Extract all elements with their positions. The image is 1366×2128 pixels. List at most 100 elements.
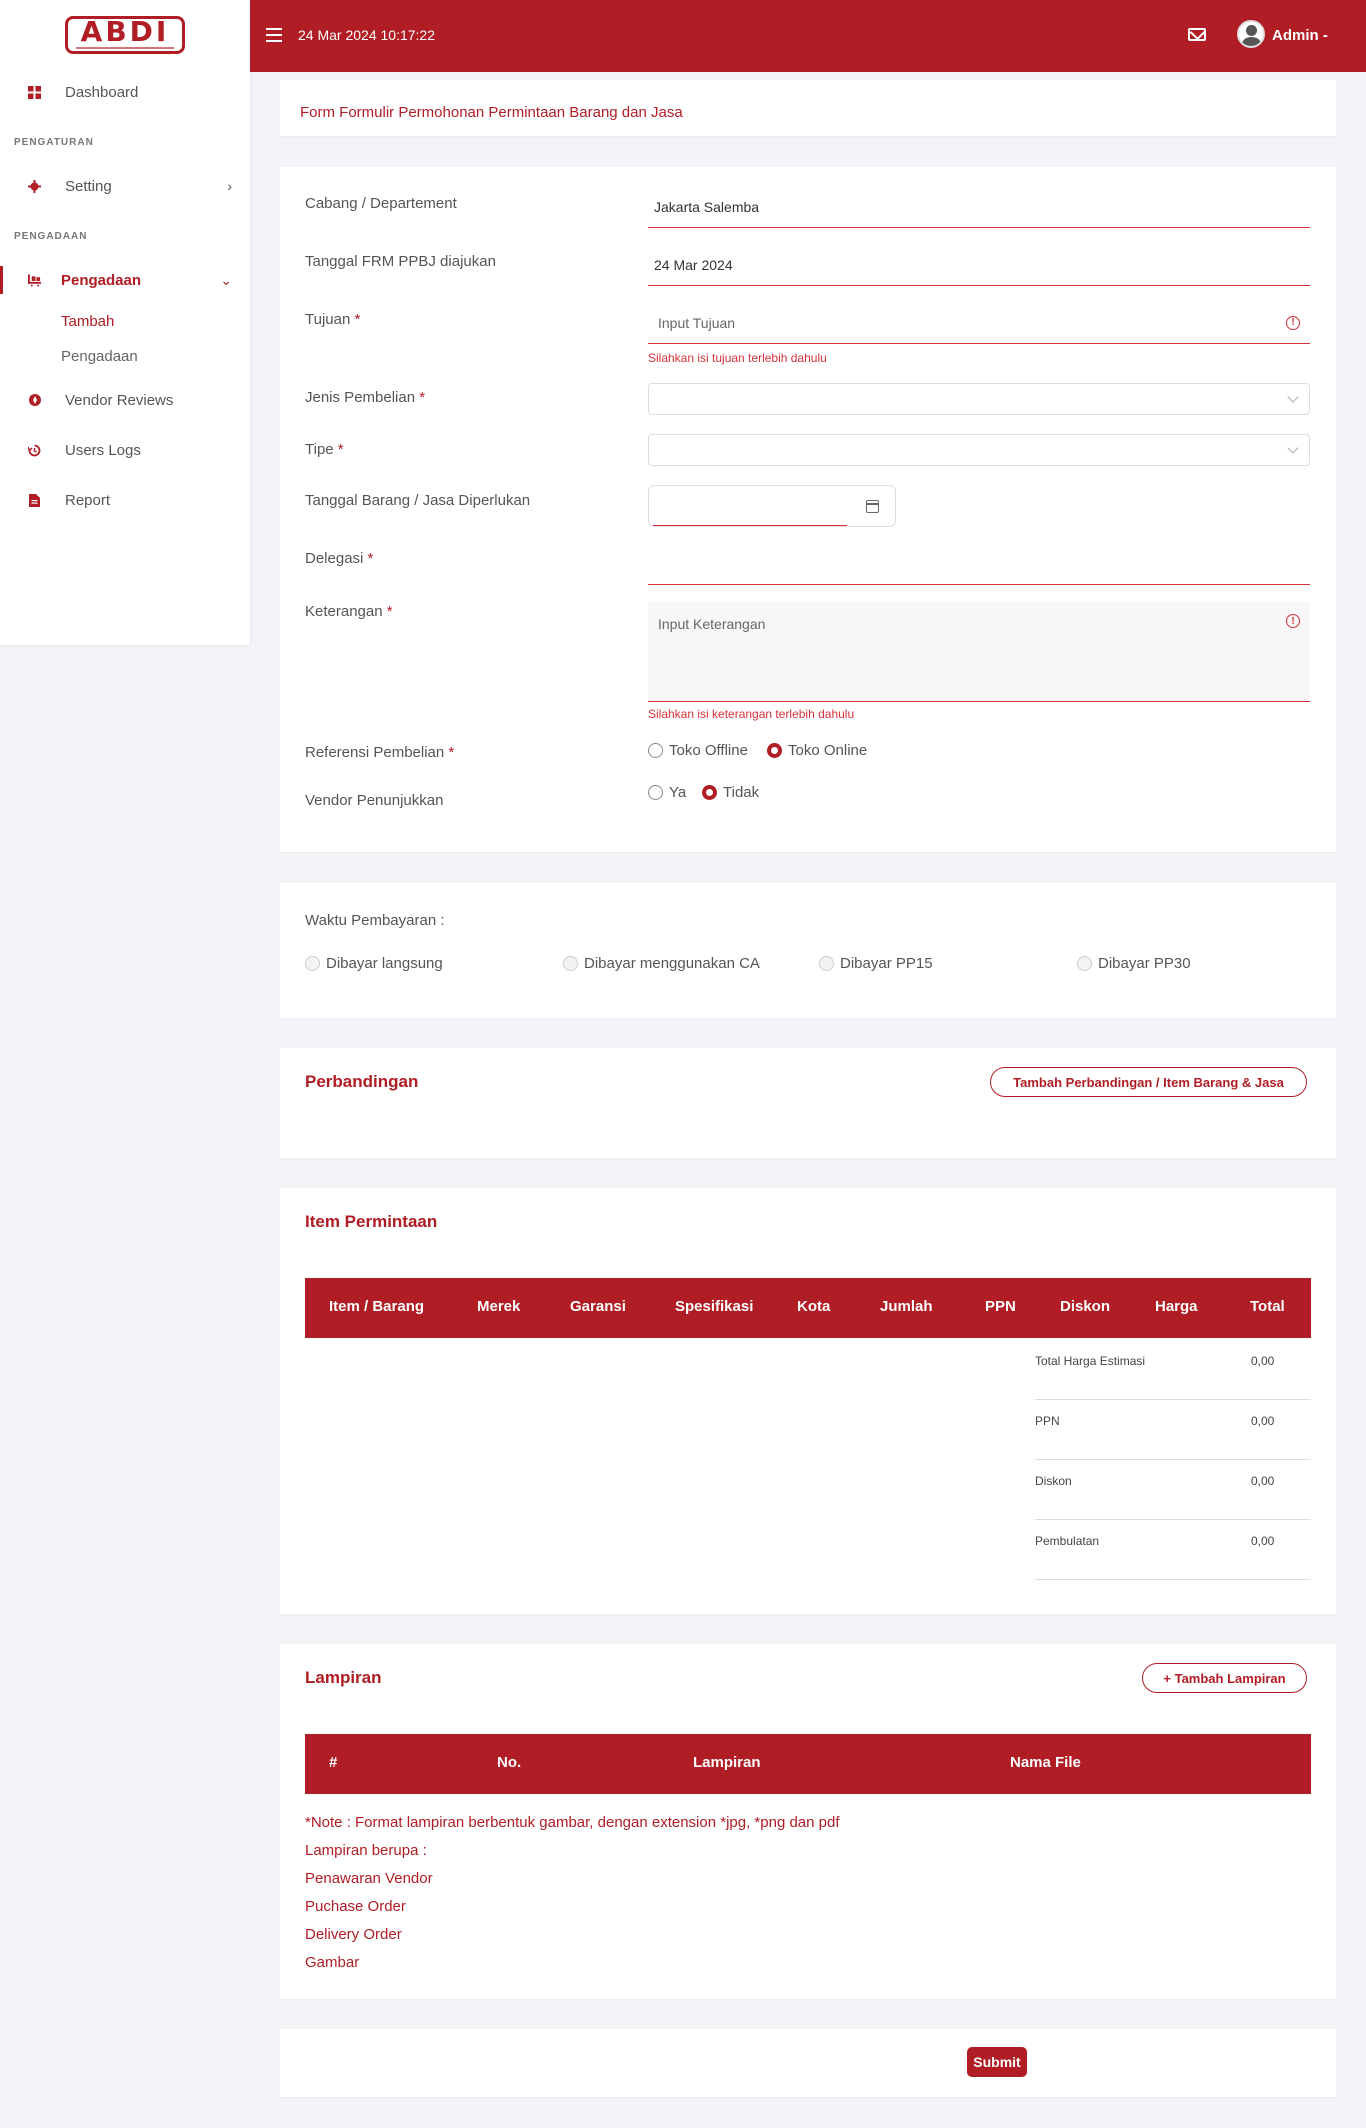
col-hash: # xyxy=(329,1754,338,1771)
keterangan-error: Silahkan isi keterangan terlebih dahulu xyxy=(648,707,855,721)
sidebar-item-setting[interactable]: Setting › xyxy=(0,168,250,204)
sidebar-item-report[interactable]: Report xyxy=(0,482,250,518)
history-icon xyxy=(28,444,41,457)
abdi-logo[interactable]: ABDI xyxy=(65,16,185,54)
cabang-label: Cabang / Departement xyxy=(305,195,457,212)
form-card: Cabang / Departement Jakarta Salemba Tan… xyxy=(280,167,1336,852)
calendar-icon[interactable] xyxy=(866,500,879,513)
summary-total-harga: Total Harga Estimasi 0,00 xyxy=(1035,1340,1311,1400)
tambah-lampiran-button[interactable]: + Tambah Lampiran xyxy=(1142,1663,1307,1693)
tujuan-label: Tujuan * xyxy=(305,311,361,328)
lampiran-item: Delivery Order xyxy=(305,1926,402,1943)
submit-card xyxy=(280,2029,1336,2097)
item-table-header: Item / Barang Merek Garansi Spesifikasi … xyxy=(305,1278,1311,1338)
delegasi-label: Delegasi * xyxy=(305,550,374,567)
tgl-barang-label: Tanggal Barang / Jasa Diperlukan xyxy=(305,492,531,509)
section-label-pengadaan: PENGADAAN xyxy=(14,231,88,242)
waktu-pembayaran-card: Waktu Pembayaran : Dibayar langsung Diba… xyxy=(280,883,1336,1018)
lampiran-item: Puchase Order xyxy=(305,1898,406,1915)
chevron-down-icon: ⌄ xyxy=(220,271,232,288)
lampiran-item: Gambar xyxy=(305,1954,360,1971)
hamburger-menu-icon[interactable] xyxy=(266,28,282,42)
jenis-pembelian-label: Jenis Pembelian * xyxy=(305,389,426,406)
radio-dibayar-ca[interactable]: Dibayar menggunakan CA xyxy=(563,955,760,972)
radio-vendor-tidak[interactable]: Tidak xyxy=(702,784,759,801)
col-garansi: Garansi xyxy=(570,1298,626,1315)
item-permintaan-card: Item Permintaan Item / Barang Merek Gara… xyxy=(280,1188,1336,1614)
summary-pembulatan: Pembulatan 0,00 xyxy=(1035,1520,1311,1580)
sidebar: ABDI Dashboard PENGATURAN Setting › PENG… xyxy=(0,0,250,645)
jenis-pembelian-select[interactable] xyxy=(648,383,1310,415)
mail-icon[interactable] xyxy=(1188,28,1206,41)
col-no: No. xyxy=(497,1754,522,1771)
delegasi-field[interactable] xyxy=(648,543,1310,585)
lampiran-note: *Note : Format lampiran berbentuk gambar… xyxy=(305,1814,840,1831)
section-label-pengaturan: PENGATURAN xyxy=(14,137,94,148)
col-spesifikasi: Spesifikasi xyxy=(675,1298,754,1315)
submit-button[interactable]: Submit xyxy=(967,2047,1027,2077)
tanggal-field[interactable]: 24 Mar 2024 xyxy=(648,244,1310,286)
col-merek: Merek xyxy=(477,1298,521,1315)
sidebar-item-users-logs[interactable]: Users Logs xyxy=(0,432,250,468)
error-icon: ! xyxy=(1286,315,1300,330)
user-menu[interactable]: Admin - xyxy=(1272,27,1328,44)
radio-vendor-ya[interactable]: Ya xyxy=(648,784,686,801)
radio-toko-offline[interactable]: Toko Offline xyxy=(648,742,748,759)
perbandingan-title: Perbandingan xyxy=(305,1072,419,1091)
page-title: Form Formulir Permohonan Permintaan Bara… xyxy=(300,104,683,121)
tipe-label: Tipe * xyxy=(305,441,344,458)
cabang-field[interactable]: Jakarta Salemba xyxy=(648,186,1310,228)
error-icon: ! xyxy=(1286,614,1300,628)
col-diskon: Diskon xyxy=(1060,1298,1111,1315)
topbar: 24 Mar 2024 10:17:22 Admin - xyxy=(250,0,1366,72)
col-kota: Kota xyxy=(797,1298,831,1315)
grid-icon xyxy=(28,85,41,99)
radio-dibayar-pp15[interactable]: Dibayar PP15 xyxy=(819,955,933,972)
keterangan-textarea[interactable]: Input Keterangan ! xyxy=(648,602,1310,702)
col-harga: Harga xyxy=(1155,1298,1198,1315)
chevron-down-icon xyxy=(1287,442,1299,454)
lampiran-item: Penawaran Vendor xyxy=(305,1870,433,1887)
referensi-label: Referensi Pembelian * xyxy=(305,744,455,761)
col-total: Total xyxy=(1250,1298,1285,1315)
radio-toko-online[interactable]: Toko Online xyxy=(767,742,867,759)
radio-dibayar-pp30[interactable]: Dibayar PP30 xyxy=(1077,955,1191,972)
sidebar-subitem-tambah[interactable]: Tambah xyxy=(61,313,114,330)
tujuan-error: Silahkan isi tujuan terlebih dahulu xyxy=(648,351,827,365)
sidebar-item-vendor-reviews[interactable]: Vendor Reviews xyxy=(0,382,250,418)
tipe-select[interactable] xyxy=(648,434,1310,466)
chevron-down-icon xyxy=(1287,391,1299,403)
radio-dibayar-langsung[interactable]: Dibayar langsung xyxy=(305,955,443,972)
page-title-card: Form Formulir Permohonan Permintaan Bara… xyxy=(280,80,1336,136)
keterangan-label: Keterangan * xyxy=(305,603,393,620)
file-icon xyxy=(28,493,41,507)
summary-diskon: Diskon 0,00 xyxy=(1035,1460,1311,1520)
gear-icon xyxy=(28,179,41,193)
lampiran-title: Lampiran xyxy=(305,1668,382,1687)
col-jumlah: Jumlah xyxy=(880,1298,933,1315)
col-item-barang: Item / Barang xyxy=(329,1298,425,1315)
item-permintaan-title: Item Permintaan xyxy=(305,1212,438,1231)
lampiran-berupa: Lampiran berupa : xyxy=(305,1842,427,1859)
col-nama-file: Nama File xyxy=(1010,1754,1081,1771)
vendor-penunjukkan-label: Vendor Penunjukkan xyxy=(305,792,444,809)
tanggal-label: Tanggal FRM PPBJ diajukan xyxy=(305,253,496,270)
tujuan-input[interactable]: Input Tujuan ! xyxy=(648,302,1310,344)
sidebar-item-dashboard[interactable]: Dashboard xyxy=(0,74,250,110)
tgl-barang-datepicker[interactable] xyxy=(648,485,896,527)
current-datetime: 24 Mar 2024 10:17:22 xyxy=(298,27,435,43)
sidebar-item-pengadaan[interactable]: Pengadaan ⌄ xyxy=(0,262,250,298)
waktu-pembayaran-label: Waktu Pembayaran : xyxy=(305,912,445,929)
sidebar-subitem-pengadaan[interactable]: Pengadaan xyxy=(61,348,138,365)
perbandingan-card: Perbandingan Tambah Perbandingan / Item … xyxy=(280,1048,1336,1158)
summary-ppn: PPN 0,00 xyxy=(1035,1400,1311,1460)
col-lampiran: Lampiran xyxy=(693,1754,761,1771)
cart-icon xyxy=(28,273,41,287)
compass-icon xyxy=(28,394,41,407)
lampiran-card: Lampiran + Tambah Lampiran # No. Lampira… xyxy=(280,1644,1336,1999)
lampiran-table-header: # No. Lampiran Nama File xyxy=(305,1734,1311,1794)
chevron-right-icon: › xyxy=(227,178,232,194)
avatar[interactable] xyxy=(1237,20,1265,48)
tambah-perbandingan-button[interactable]: Tambah Perbandingan / Item Barang & Jasa xyxy=(990,1067,1307,1097)
col-ppn: PPN xyxy=(985,1298,1016,1315)
